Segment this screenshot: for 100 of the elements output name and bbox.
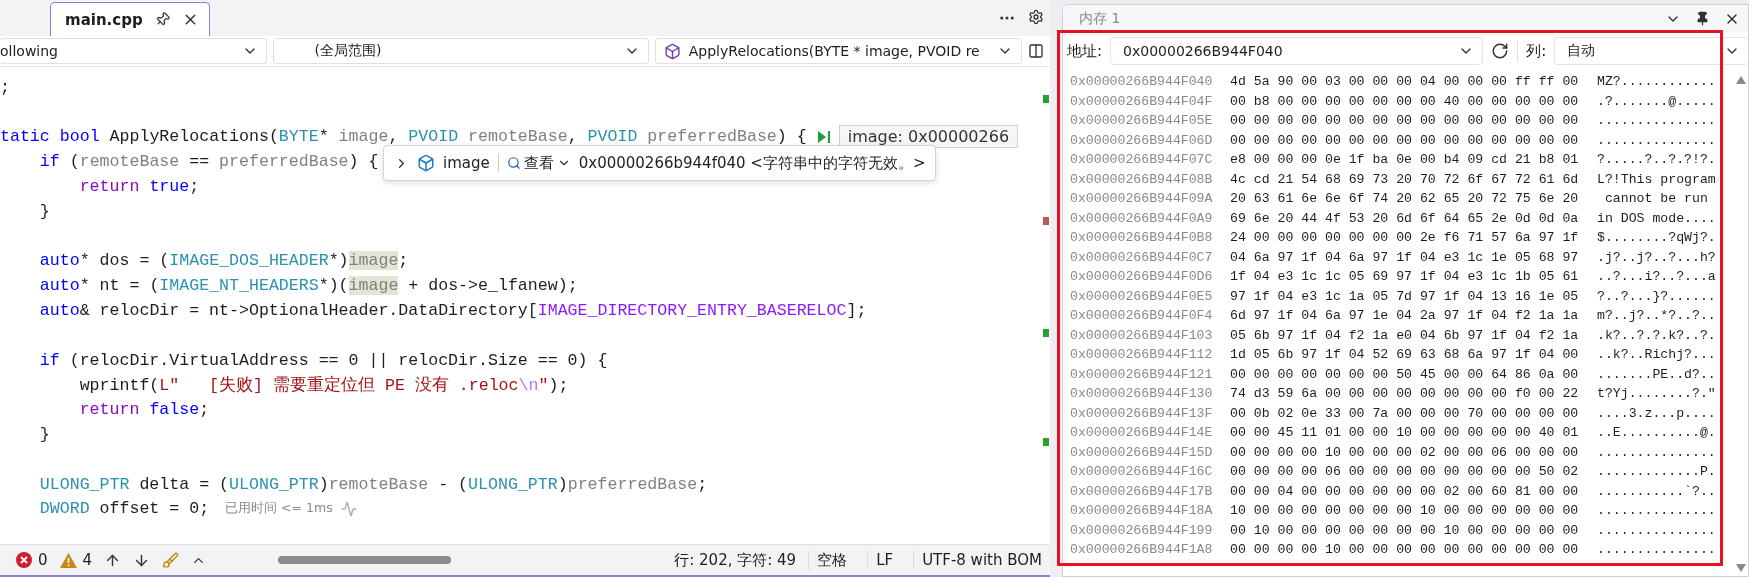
address-field[interactable]: 0x00000266B944F040 bbox=[1110, 37, 1484, 65]
code-line: ULONG_PTR delta = (ULONG_PTR)remoteBase - (ULONG_PTR)preferredBase; bbox=[38, 474, 708, 494]
cursor-position[interactable]: 行: 202, 字符: 49 bbox=[674, 550, 797, 570]
scroll-down-icon[interactable] bbox=[1736, 564, 1746, 572]
hex-bytes: 00 00 00 00 10 00 00 00 02 00 00 06 00 00 00 bbox=[1230, 444, 1580, 460]
hex-bytes: 04 6a 97 1f 04 6a 97 1f 04 e3 1c 1e 05 68 97 bbox=[1230, 249, 1580, 265]
ascii-text: ....3.z...p.... bbox=[1597, 405, 1717, 421]
hex-bytes: 05 6b 97 1f 04 f2 1a e0 04 6b 97 1f 04 f2 1a bbox=[1230, 327, 1580, 343]
run-to-here-icon[interactable] bbox=[816, 130, 831, 144]
member-dropdown[interactable]: ApplyRelocations(BYTE * image, PVOID re bbox=[654, 38, 1023, 64]
project-dropdown[interactable]: ollowing bbox=[0, 38, 268, 64]
code-line: return true; bbox=[78, 177, 200, 197]
memory-address: 0x00000266B944F0B8 bbox=[1070, 230, 1214, 246]
change-marker bbox=[1043, 95, 1049, 103]
indent-mode[interactable]: 空格 bbox=[808, 550, 856, 570]
change-marker bbox=[1043, 438, 1049, 446]
ascii-text: .k?..?.?.k?..?. bbox=[1597, 327, 1717, 343]
cube-icon bbox=[663, 42, 681, 60]
memory-address: 0x00000266B944F05E bbox=[1070, 113, 1214, 129]
code-line: ; bbox=[0, 77, 10, 97]
code-line: auto* dos = (IMAGE_DOS_HEADER*)image; bbox=[38, 251, 409, 271]
memory-address: 0x00000266B944F1A8 bbox=[1070, 542, 1214, 558]
ascii-text: ............... bbox=[1597, 542, 1717, 558]
hex-bytes: 00 b8 00 00 00 00 00 00 00 40 00 00 00 00 00 bbox=[1230, 93, 1580, 109]
ascii-text: ............... bbox=[1597, 132, 1717, 148]
split-icon[interactable] bbox=[1028, 43, 1044, 59]
memory-address: 0x00000266B944F06D bbox=[1070, 132, 1214, 148]
memory-address: 0x00000266B944F0D6 bbox=[1070, 269, 1214, 285]
memory-address: 0x00000266B944F18A bbox=[1070, 503, 1214, 519]
ascii-text: MZ?............ bbox=[1597, 74, 1717, 90]
ascii-text: ?..?...}?...... bbox=[1597, 288, 1717, 304]
file-tab[interactable]: main.cpp bbox=[50, 2, 210, 36]
ascii-text: ............... bbox=[1597, 113, 1717, 129]
ascii-text: .j?..j?..?...h? bbox=[1597, 249, 1717, 265]
memory-address: 0x00000266B944F16C bbox=[1070, 464, 1214, 480]
hex-bytes: 00 00 45 11 01 00 00 10 00 00 00 00 00 40 01 bbox=[1230, 425, 1580, 441]
scroll-up-icon[interactable] bbox=[1736, 76, 1746, 84]
ascii-text: .............P. bbox=[1597, 464, 1717, 480]
memory-address: 0x00000266B944F0A9 bbox=[1070, 210, 1214, 226]
encoding[interactable]: UTF-8 with BOM bbox=[913, 551, 1050, 569]
hex-bytes: 00 00 00 00 00 00 00 00 00 00 00 00 00 00 00 bbox=[1230, 113, 1580, 129]
hex-bytes: 00 00 04 00 00 00 00 00 00 02 00 60 81 00 00 bbox=[1230, 483, 1580, 499]
memory-address: 0x00000266B944F09A bbox=[1070, 191, 1214, 207]
hex-bytes: 00 00 00 00 10 00 00 00 00 00 00 00 00 00 00 bbox=[1230, 542, 1580, 558]
code-line: auto& relocDir = nt->OptionalHeader.DataDirectory[IMAGE_DIRECTORY_ENTRY_BASERELOC]; bbox=[38, 301, 867, 321]
memory-address: 0x00000266B944F0C7 bbox=[1070, 249, 1214, 265]
broom-icon[interactable] bbox=[162, 551, 180, 569]
warning-icon[interactable] bbox=[59, 552, 77, 568]
code-line: tatic bool ApplyRelocations(BYTE* image, PVOID remoteBase, PVOID preferredBase) { bbox=[0, 127, 807, 147]
columns-label: 列: bbox=[1526, 41, 1547, 61]
ascii-text: cannot be run bbox=[1603, 191, 1709, 207]
code-line: if (remoteBase == preferredBase) { bbox=[38, 152, 379, 172]
hex-bytes: 20 63 61 6e 6e 6f 74 20 62 65 20 72 75 6e 20 bbox=[1230, 191, 1580, 207]
hex-bytes: 4c cd 21 54 68 69 73 20 70 72 6f 67 72 61 6d bbox=[1230, 171, 1580, 187]
ascii-text: ............... bbox=[1597, 522, 1717, 538]
warning-count[interactable]: 4 bbox=[82, 551, 93, 569]
code-line: } bbox=[38, 425, 50, 445]
memory-address: 0x00000266B944F14E bbox=[1070, 425, 1214, 441]
ascii-text: ..E..........@. bbox=[1597, 425, 1717, 441]
view-button[interactable]: 查看 bbox=[506, 153, 571, 173]
hex-bytes: 10 00 00 00 00 00 00 00 10 00 00 00 00 00 00 bbox=[1230, 503, 1580, 519]
change-marker bbox=[1043, 329, 1049, 337]
code-line: DWORD offset = 0; bbox=[38, 499, 210, 519]
hex-bytes: 1f 04 e3 1c 1c 05 69 97 1f 04 e3 1c 1b 05 61 bbox=[1230, 269, 1580, 285]
hex-bytes: e8 00 00 00 0e 1f ba 0e 00 b4 09 cd 21 b8 01 bbox=[1230, 152, 1580, 168]
search-icon bbox=[506, 156, 521, 170]
value-hint[interactable]: image: 0x00000266 bbox=[838, 125, 1019, 149]
line-ending[interactable]: LF bbox=[867, 551, 902, 569]
scope-dropdown[interactable]: (全局范围) bbox=[273, 38, 649, 64]
memory-address: 0x00000266B944F0E5 bbox=[1070, 288, 1214, 304]
memory-address: 0x00000266B944F15D bbox=[1070, 444, 1214, 460]
hex-bytes: 4d 5a 90 00 03 00 00 00 04 00 00 00 ff ff 00 bbox=[1230, 74, 1580, 90]
address-label: 地址: bbox=[1067, 41, 1103, 61]
ascii-text: ?.....?..?.?!?. bbox=[1597, 152, 1717, 168]
memory-address: 0x00000266B944F112 bbox=[1070, 347, 1214, 363]
settings-icon[interactable] bbox=[1028, 9, 1044, 25]
memory-address: 0x00000266B944F103 bbox=[1070, 327, 1214, 343]
hex-bytes: 97 1f 04 e3 1c 1a 05 7d 97 1f 04 13 16 1e 05 bbox=[1230, 288, 1580, 304]
hex-bytes: 00 0b 02 0e 33 00 7a 00 00 00 70 00 00 00 00 bbox=[1230, 405, 1580, 421]
refresh-icon[interactable] bbox=[1491, 42, 1510, 60]
ascii-text: ............... bbox=[1597, 503, 1717, 519]
code-line: return false; bbox=[78, 400, 210, 420]
memory-address: 0x00000266B944F130 bbox=[1070, 386, 1214, 402]
hex-bytes: 6d 97 1f 04 6a 97 1e 04 2a 97 1f 04 f2 1a 1a bbox=[1230, 308, 1580, 324]
scrollbar-thumb[interactable] bbox=[278, 556, 452, 564]
ascii-text: $........?qWj?. bbox=[1597, 230, 1717, 246]
ascii-text: ...........`?.. bbox=[1597, 483, 1717, 499]
error-icon[interactable] bbox=[16, 552, 32, 568]
code-line: auto* nt = (IMAGE_NT_HEADERS*)(image + dos->e_lfanew); bbox=[38, 276, 578, 296]
ascii-text: t?Yj........?." bbox=[1597, 386, 1717, 402]
ascii-text: ............... bbox=[1597, 444, 1717, 460]
memory-address: 0x00000266B944F199 bbox=[1070, 522, 1214, 538]
hex-bytes: 24 00 00 00 00 00 00 00 2e f6 71 57 6a 97 1f bbox=[1230, 230, 1580, 246]
pin-icon[interactable] bbox=[1695, 11, 1710, 26]
variable-name: image bbox=[443, 154, 499, 172]
error-count[interactable]: 0 bbox=[38, 551, 48, 569]
ascii-text: L?!This program bbox=[1597, 171, 1717, 187]
variable-icon bbox=[417, 154, 435, 172]
code-line: wprintf(L" [失败] 需要重定位但 PE 没有 .reloc\n"); bbox=[78, 374, 569, 396]
memory-address: 0x00000266B944F04F bbox=[1070, 93, 1214, 109]
